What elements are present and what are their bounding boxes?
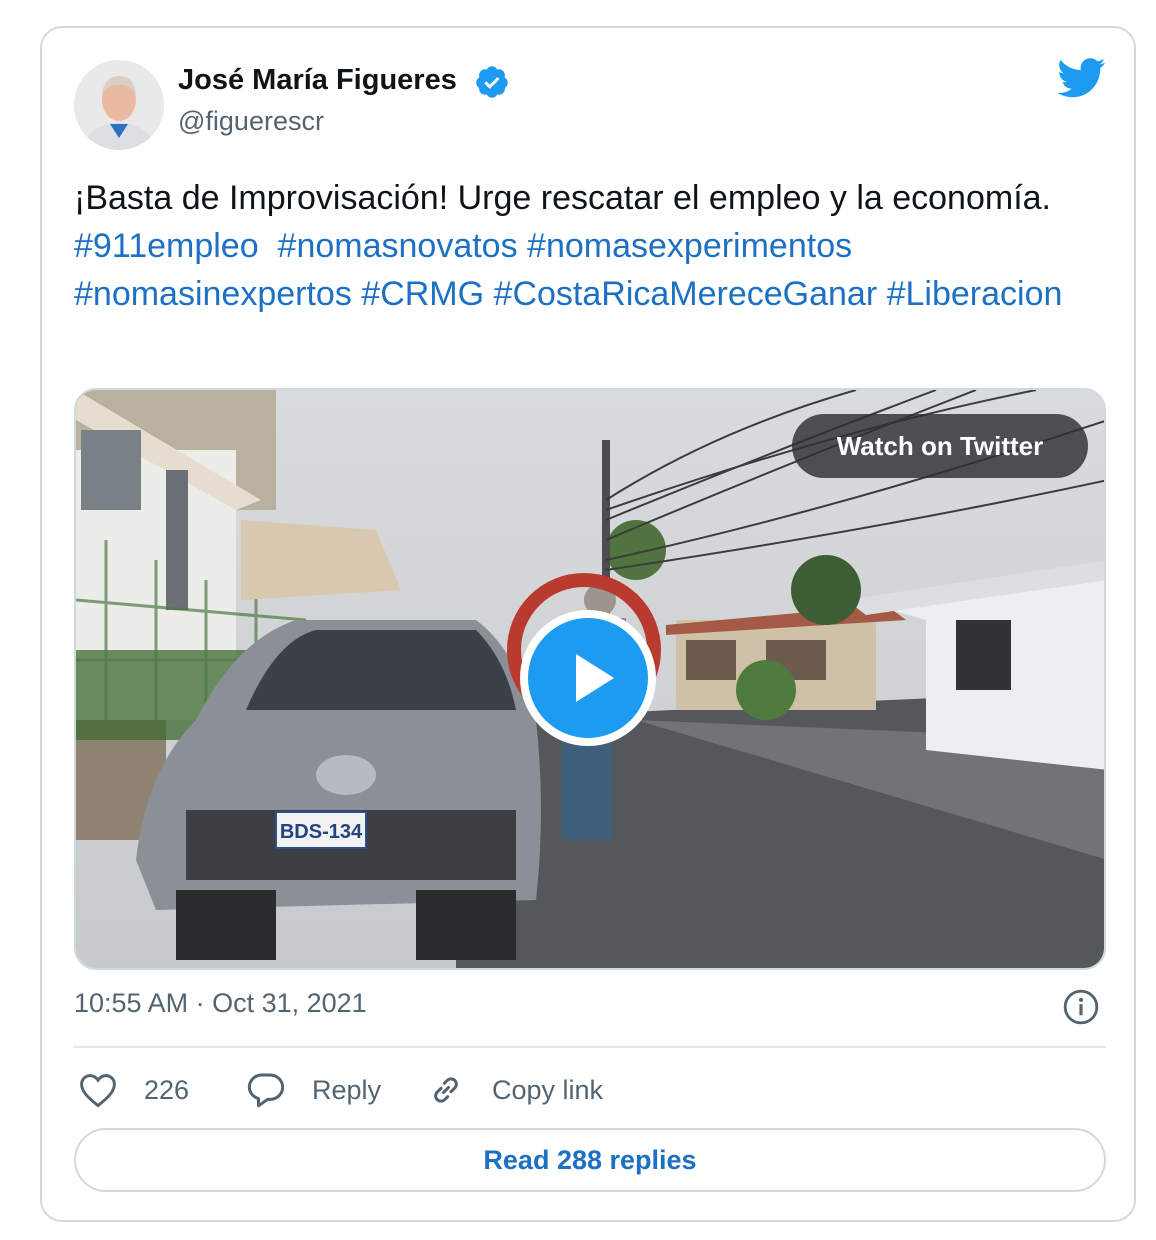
hashtag-link[interactable]: #CRMG xyxy=(361,275,484,313)
info-icon[interactable] xyxy=(1062,988,1100,1026)
like-button[interactable]: 226 xyxy=(78,1068,189,1112)
play-icon xyxy=(576,654,614,702)
tweet-body-text: ¡Basta de Improvisación! Urge rescatar e… xyxy=(74,179,1052,217)
hashtag-link[interactable]: #nomasinexpertos xyxy=(74,275,352,313)
tweet-card: José María Figueres @figuerescr ¡Basta d… xyxy=(40,26,1136,1222)
play-button[interactable] xyxy=(520,610,656,746)
hashtag-link[interactable]: #nomasexperimentos xyxy=(527,227,852,265)
divider xyxy=(74,1046,1106,1048)
copy-link-label: Copy link xyxy=(492,1074,604,1105)
heart-icon xyxy=(80,1074,116,1108)
copy-link-button[interactable]: Copy link xyxy=(426,1068,603,1112)
like-count: 226 xyxy=(144,1074,190,1105)
tweet-text: ¡Basta de Improvisación! Urge rescatar e… xyxy=(74,174,1074,318)
tweet-timestamp[interactable]: 10:55 AM · Oct 31, 2021 xyxy=(74,988,367,1019)
hashtag-link[interactable]: #CostaRicaMereceGanar xyxy=(494,275,878,313)
hashtag-link[interactable]: #Liberacion xyxy=(887,275,1063,313)
twitter-bird-icon[interactable] xyxy=(1058,58,1106,98)
read-replies-button[interactable]: Read 288 replies xyxy=(74,1128,1106,1192)
license-plate-text: BDS-134 xyxy=(280,821,363,843)
hashtag-link[interactable]: #911empleo xyxy=(74,227,259,265)
reply-icon xyxy=(247,1073,285,1108)
watch-on-twitter-button[interactable]: Watch on Twitter xyxy=(792,414,1088,478)
author-handle[interactable]: @figuerescr xyxy=(178,106,324,137)
reply-button[interactable]: Reply xyxy=(246,1068,381,1112)
avatar[interactable] xyxy=(74,60,164,150)
link-icon xyxy=(434,1077,458,1103)
reply-label: Reply xyxy=(312,1074,382,1105)
verified-badge-icon xyxy=(476,66,508,98)
video-player[interactable]: BDS-134 Watch on Twitter xyxy=(74,388,1106,970)
hashtag-link[interactable]: #nomasnovatos xyxy=(278,227,518,265)
author-name[interactable]: José María Figueres xyxy=(178,64,457,97)
